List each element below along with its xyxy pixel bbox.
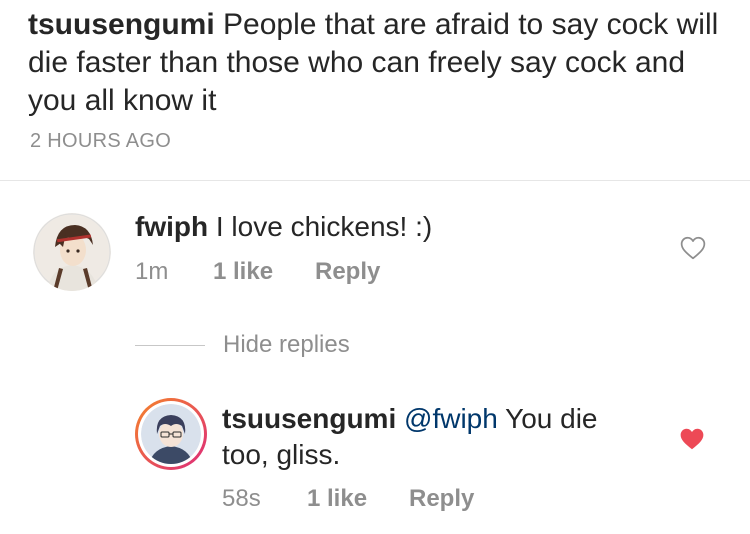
replies-divider-line [135, 345, 205, 346]
post-timestamp: 2 HOURS AGO [30, 130, 172, 152]
comment-body: fwiph I love chickens! :) [135, 209, 655, 245]
reply-mention-link[interactable]: @fwiph [404, 403, 498, 434]
reply-like-button[interactable] [679, 427, 705, 451]
avatar[interactable] [33, 213, 111, 291]
reply-time: 58s [222, 485, 261, 512]
post-username[interactable]: tsuusengumi [28, 8, 215, 41]
heart-filled-icon [680, 428, 704, 450]
reply-username[interactable]: tsuusengumi [222, 403, 396, 434]
reply-meta: 58s 1 like Reply [222, 485, 474, 513]
reply-likes-count[interactable]: 1 like [307, 485, 409, 513]
reply-reply-button[interactable]: Reply [409, 485, 474, 513]
reply-body: tsuusengumi @fwiph You die too, gliss. [222, 401, 642, 473]
heart-outline-icon [680, 236, 706, 260]
like-button[interactable] [680, 236, 706, 260]
anime-character-avatar-icon [33, 213, 111, 291]
reply-button[interactable]: Reply [315, 258, 380, 286]
divider [0, 180, 750, 181]
avatar-story-ring[interactable] [135, 398, 207, 470]
hide-replies-button[interactable]: Hide replies [223, 331, 350, 359]
comment-time: 1m [135, 258, 169, 285]
comment-text: I love chickens! :) [215, 211, 433, 242]
comment-meta: 1m 1 like Reply [135, 258, 380, 286]
comment-username[interactable]: fwiph [135, 211, 208, 242]
anime-character-avatar-icon [141, 404, 201, 464]
post-caption: tsuusengumi People that are afraid to sa… [28, 6, 728, 120]
comment-likes-count[interactable]: 1 like [213, 258, 315, 286]
